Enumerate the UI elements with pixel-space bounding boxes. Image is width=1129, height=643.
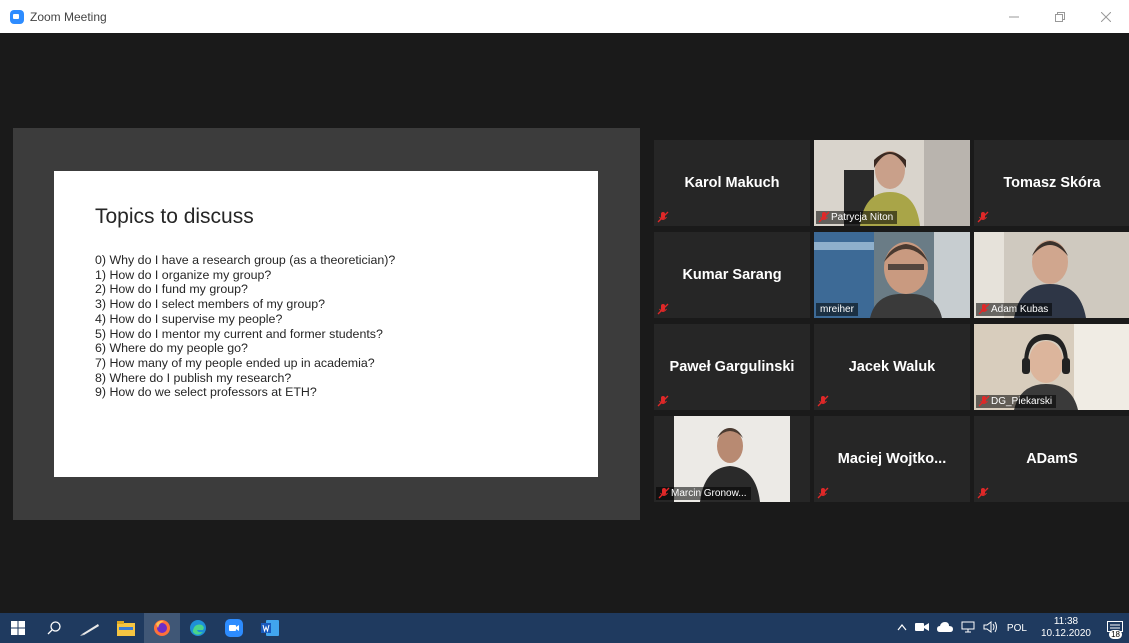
- participant-tile[interactable]: ADamS: [974, 416, 1129, 502]
- firefox-icon: [154, 620, 170, 636]
- windows-taskbar: POL 11:38 10.12.2020 18: [0, 613, 1129, 643]
- pen-workspace-button[interactable]: [72, 613, 108, 643]
- participant-tile[interactable]: Jacek Waluk: [814, 324, 970, 410]
- participant-name: Adam Kubas: [991, 304, 1049, 315]
- participant-name: Karol Makuch: [684, 175, 780, 191]
- participant-label: Patrycja Niton: [816, 211, 898, 224]
- slide-item: 3) How do I select members of my group?: [95, 297, 326, 312]
- participant-tile[interactable]: Adam Kubas: [974, 232, 1129, 318]
- participant-tile[interactable]: Kumar Sarang: [654, 232, 810, 318]
- muted-mic-icon: [657, 303, 669, 315]
- action-center-button[interactable]: 18: [1101, 613, 1129, 643]
- muted-mic-icon: [817, 395, 829, 407]
- slide-item: 7) How many of my people ended up in aca…: [95, 355, 375, 370]
- participant-label: mreiher: [816, 303, 858, 316]
- muted-mic-icon: [818, 211, 830, 223]
- presentation-slide: Topics to discuss 0) Why do I have a res…: [54, 171, 598, 477]
- slide-item: 2) How do I fund my group?: [95, 282, 248, 297]
- file-explorer-icon: [117, 620, 135, 636]
- muted-mic-icon: [658, 487, 670, 499]
- participant-tile[interactable]: Paweł Gargulinski: [654, 324, 810, 410]
- slide-item: 0) Why do I have a research group (as a …: [95, 253, 396, 267]
- onedrive-icon[interactable]: [936, 621, 953, 635]
- clock-date: 10.12.2020: [1040, 628, 1091, 639]
- participant-name: Paweł Gargulinski: [669, 359, 795, 375]
- slide-title: Topics to discuss: [95, 205, 254, 228]
- edge-icon: [190, 620, 206, 636]
- participant-name: mreiher: [820, 304, 854, 315]
- meeting-area: Topics to discuss 0) Why do I have a res…: [7, 33, 1129, 613]
- show-hidden-icons-icon[interactable]: [897, 623, 907, 634]
- active-speaker-tile[interactable]: mreiher: [814, 232, 970, 318]
- participant-name: Patrycja Niton: [831, 212, 894, 223]
- start-button[interactable]: [0, 613, 36, 643]
- zoom-taskbar-button[interactable]: [216, 613, 252, 643]
- window-title: Zoom Meeting: [30, 9, 107, 24]
- edge-button[interactable]: [180, 613, 216, 643]
- shared-screen[interactable]: Topics to discuss 0) Why do I have a res…: [13, 128, 640, 520]
- close-icon: [1101, 11, 1111, 22]
- participant-name: Maciej Wojtko...: [837, 451, 947, 467]
- volume-icon[interactable]: [983, 620, 999, 636]
- minimize-button[interactable]: [991, 0, 1037, 33]
- participant-name: DG_Piekarski: [991, 396, 1053, 407]
- search-icon: [47, 621, 61, 635]
- participant-name: Marcin Gronow...: [671, 488, 747, 499]
- participant-name: Kumar Sarang: [682, 267, 782, 283]
- zoom-icon: [225, 619, 243, 637]
- participant-name: ADamS: [1026, 451, 1078, 467]
- participant-tile[interactable]: Tomasz Skóra: [974, 140, 1129, 226]
- slide-item: 6) Where do my people go?: [95, 341, 248, 356]
- firefox-button[interactable]: [144, 613, 180, 643]
- input-language[interactable]: POL: [1007, 623, 1027, 634]
- participant-name: Jacek Waluk: [848, 359, 936, 375]
- participant-name: Tomasz Skóra: [1003, 175, 1101, 191]
- muted-mic-icon: [978, 303, 990, 315]
- muted-mic-icon: [977, 487, 989, 499]
- slide-item: 5) How do I mentor my current and former…: [95, 326, 383, 341]
- muted-mic-icon: [977, 211, 989, 223]
- network-icon[interactable]: [961, 621, 975, 636]
- minimize-icon: [1009, 16, 1019, 17]
- participant-tile[interactable]: Patrycja Niton: [814, 140, 970, 226]
- slide-item: 8) Where do I publish my research?: [95, 370, 292, 385]
- muted-mic-icon: [817, 487, 829, 499]
- muted-mic-icon: [978, 395, 990, 407]
- meet-icon[interactable]: [914, 622, 929, 635]
- clock[interactable]: 11:38 10.12.2020: [1041, 616, 1091, 640]
- restore-icon: [1055, 11, 1065, 22]
- notification-count-badge: 18: [1109, 630, 1122, 639]
- muted-mic-icon: [657, 211, 669, 223]
- participant-label: Marcin Gronow...: [656, 487, 751, 500]
- muted-mic-icon: [657, 395, 669, 407]
- clock-time: 11:38: [1053, 616, 1079, 627]
- window-controls: [991, 0, 1129, 33]
- participant-tile[interactable]: Maciej Wojtko...: [814, 416, 970, 502]
- file-explorer-button[interactable]: [108, 613, 144, 643]
- word-icon: [261, 620, 279, 636]
- participant-tile[interactable]: Marcin Gronow...: [654, 416, 810, 502]
- title-bar: Zoom Meeting: [0, 0, 1129, 33]
- slide-item: 9) How do we select professors at ETH?: [95, 385, 317, 400]
- close-button[interactable]: [1083, 0, 1129, 33]
- restore-button[interactable]: [1037, 0, 1083, 33]
- participant-tile[interactable]: DG_Piekarski: [974, 324, 1129, 410]
- slide-item: 4) How do I supervise my people?: [95, 311, 283, 326]
- participant-tile[interactable]: Karol Makuch: [654, 140, 810, 226]
- system-tray: POL 11:38 10.12.2020 18: [893, 613, 1129, 643]
- windows-start-icon: [11, 621, 25, 635]
- search-button[interactable]: [36, 613, 72, 643]
- slide-item: 1) How do I organize my group?: [95, 267, 272, 282]
- slide-topic-list: 0) Why do I have a research group (as a …: [95, 253, 395, 400]
- participant-label: DG_Piekarski: [976, 395, 1057, 408]
- participant-label: Adam Kubas: [976, 303, 1053, 316]
- pen-icon: [80, 624, 99, 636]
- word-button[interactable]: [252, 613, 288, 643]
- zoom-app-icon: [10, 9, 24, 24]
